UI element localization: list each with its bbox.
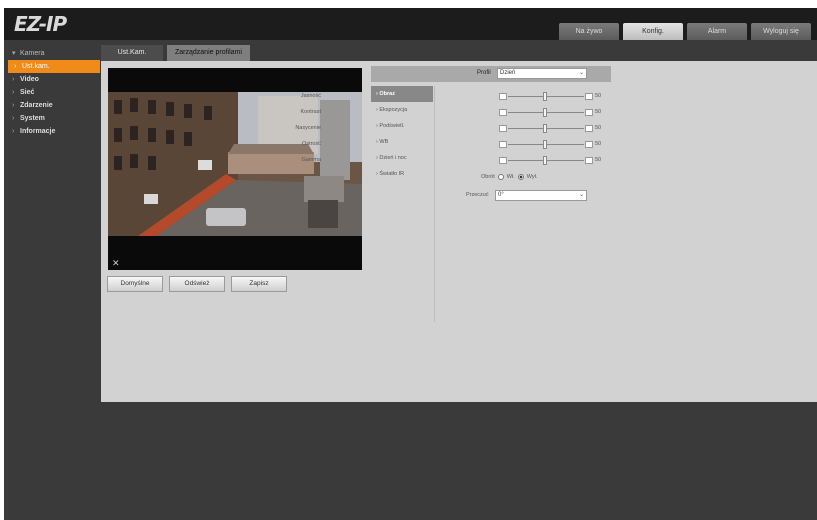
chevron-down-icon: ▾ — [12, 50, 16, 57]
sidebar-item-label: Zdarzenie — [20, 102, 53, 109]
menu-item-exposure[interactable]: › Ekspozycja — [371, 102, 433, 118]
divider — [434, 86, 435, 322]
sidebar-item-video[interactable]: › Video — [4, 73, 100, 86]
slider-increment[interactable] — [585, 157, 593, 164]
sidebar-item-event[interactable]: › Zdarzenie — [4, 99, 100, 112]
chevron-right-icon: › — [14, 63, 17, 70]
refresh-button[interactable]: Odśwież — [169, 276, 225, 292]
slider-handle[interactable] — [543, 92, 547, 101]
video-preview: ✕ — [108, 68, 362, 270]
chevron-right-icon: › — [12, 89, 15, 96]
settings-panel: Profil Dzień ⌄ › Obraz › Ekspozycja › Po… — [295, 66, 611, 322]
tab-profile-management[interactable]: Zarządzanie profilami — [167, 45, 250, 61]
slider-value: 50 — [595, 125, 602, 131]
slider-handle[interactable] — [543, 156, 547, 165]
sidebar-item-info[interactable]: › Informacje — [4, 125, 100, 138]
slider-increment[interactable] — [585, 109, 593, 116]
profile-label: Profil — [477, 70, 491, 76]
radio-mirror-on[interactable] — [497, 174, 504, 180]
sidebar-item-label: System — [20, 115, 45, 122]
sidebar-item-label: Sieć — [20, 89, 35, 96]
action-buttons: Domyślne Odśwież Zapisz — [107, 276, 287, 292]
logo: EZ-IP — [14, 12, 67, 36]
sidebar-item-system[interactable]: › System — [4, 112, 100, 125]
profile-select[interactable]: Dzień ⌄ — [497, 68, 587, 79]
chevron-right-icon: › — [12, 115, 15, 122]
radio-mirror-off[interactable] — [517, 174, 524, 180]
content-panel: ✕ Domyślne Odśwież Zapisz Profil Dzień ⌄… — [101, 61, 817, 402]
sidebar: ▾ Kamera › Ust.kam. › Video › Sieć › Zdarzeni… — [4, 40, 100, 520]
default-button[interactable]: Domyślne — [107, 276, 163, 292]
slider-value: 50 — [595, 141, 602, 147]
tab-logout[interactable]: Wyloguj się — [751, 23, 811, 40]
slider-label: Jasność — [300, 93, 321, 99]
tab-camera-settings[interactable]: Ust.Kam. — [101, 45, 163, 61]
rotate-select-value: 0° — [498, 192, 504, 198]
slider-increment[interactable] — [585, 125, 593, 132]
sidebar-item-camera[interactable]: ▾ Kamera — [4, 47, 100, 60]
app-window: EZ-IP Na żywo Konfig. Alarm Wyloguj się … — [4, 8, 817, 520]
slider-handle[interactable] — [543, 140, 547, 149]
sidebar-item-network[interactable]: › Sieć — [4, 86, 100, 99]
slider-decrement[interactable] — [499, 141, 507, 148]
radio-label: Wył. — [526, 174, 538, 180]
sidebar-item-label: Ust.kam. — [22, 63, 50, 70]
slider-value: 50 — [595, 157, 602, 163]
mirror-options: Obrót Wł. Wył. — [481, 174, 537, 180]
profile-select-value: Dzień — [500, 70, 516, 76]
chevron-down-icon: ⌄ — [578, 70, 584, 76]
sidebar-item-label: Kamera — [20, 50, 45, 57]
menu-item-ir-light[interactable]: › Światło IR — [371, 166, 433, 182]
slider-label: Kontrast — [300, 109, 321, 115]
rotate-select[interactable]: 0° ⌄ — [495, 190, 587, 201]
slider-decrement[interactable] — [499, 157, 507, 164]
slider-handle[interactable] — [543, 108, 547, 117]
top-bar: EZ-IP Na żywo Konfig. Alarm Wyloguj się — [4, 8, 817, 40]
tab-config[interactable]: Konfig. — [623, 23, 683, 40]
slider-value: 50 — [595, 109, 602, 115]
save-button[interactable]: Zapisz — [231, 276, 287, 292]
slider-label: Ostrość — [302, 141, 321, 147]
sidebar-item-camera-settings[interactable]: › Ust.kam. — [8, 60, 100, 73]
menu-item-wb[interactable]: › WB — [371, 134, 433, 150]
top-nav: Na żywo Konfig. Alarm Wyloguj się — [559, 23, 811, 40]
slider-label: Gamma — [301, 157, 321, 163]
sub-tabs: Ust.Kam. Zarządzanie profilami — [101, 45, 250, 61]
slider-handle[interactable] — [543, 124, 547, 133]
menu-item-image[interactable]: › Obraz — [371, 86, 433, 102]
slider-increment[interactable] — [585, 141, 593, 148]
settings-menu: › Obraz › Ekspozycja › Podświetl. › WB ›… — [371, 86, 433, 182]
rotate-label: Przeczuć — [466, 192, 489, 198]
chevron-right-icon: › — [12, 128, 15, 135]
sidebar-item-label: Informacje — [20, 128, 56, 135]
chevron-down-icon: ⌄ — [578, 192, 584, 198]
menu-item-backlight[interactable]: › Podświetl. — [371, 118, 433, 134]
slider-decrement[interactable] — [499, 109, 507, 116]
profile-bar: Profil Dzień ⌄ — [371, 66, 611, 82]
camera-image — [108, 92, 362, 236]
tab-alarm[interactable]: Alarm — [687, 23, 747, 40]
sidebar-item-label: Video — [20, 76, 39, 83]
slider-value: 50 — [595, 93, 602, 99]
fullscreen-icon[interactable]: ✕ — [112, 259, 121, 268]
chevron-right-icon: › — [12, 102, 15, 109]
chevron-right-icon: › — [12, 76, 15, 83]
mirror-label: Obrót — [481, 174, 495, 180]
slider-increment[interactable] — [585, 93, 593, 100]
tab-live[interactable]: Na żywo — [559, 23, 619, 40]
slider-label: Nasycenie — [295, 125, 321, 131]
slider-decrement[interactable] — [499, 125, 507, 132]
menu-item-day-night[interactable]: › Dzień i noc — [371, 150, 433, 166]
radio-label: Wł. — [506, 174, 515, 180]
slider-decrement[interactable] — [499, 93, 507, 100]
